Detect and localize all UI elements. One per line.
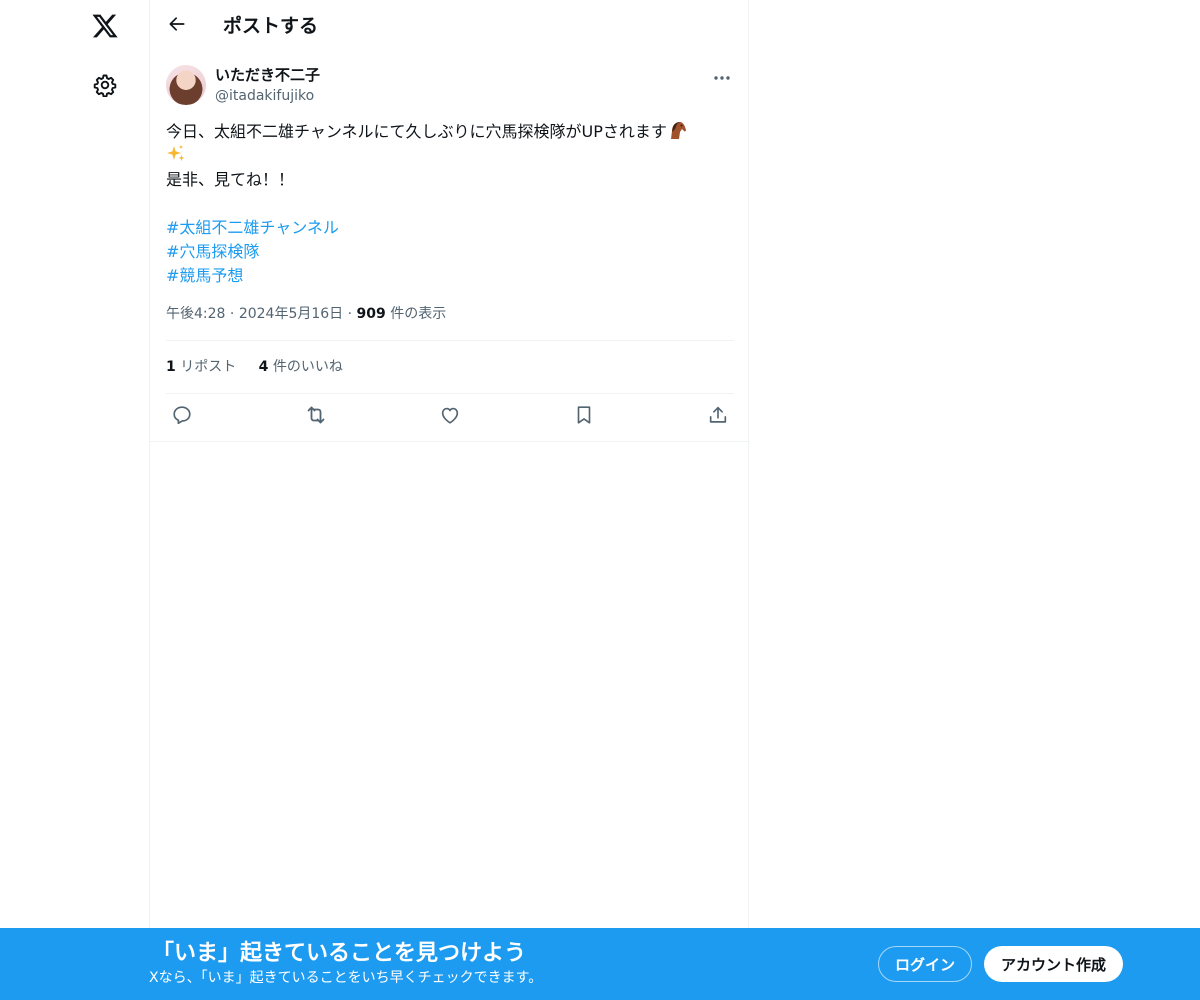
create-account-button[interactable]: アカウント作成 <box>984 946 1123 982</box>
gear-icon <box>93 73 117 101</box>
likes-count: 4 <box>258 359 269 375</box>
like-icon <box>439 404 461 430</box>
reposts-count: 1 <box>166 359 176 375</box>
bookmark-button[interactable] <box>566 399 602 435</box>
reply-button[interactable] <box>164 399 200 435</box>
meta-separator: · <box>347 306 353 322</box>
hashtag-link[interactable]: #競馬予想 <box>166 264 243 288</box>
divider <box>166 340 734 341</box>
more-button[interactable] <box>706 63 738 87</box>
avatar[interactable] <box>166 65 206 105</box>
post-time[interactable]: 午後4:28 <box>166 306 225 322</box>
x-logo-button[interactable] <box>83 6 127 50</box>
author-name[interactable]: いただき不二子 <box>215 65 320 85</box>
like-button[interactable] <box>432 399 468 435</box>
signup-banner: 「いま」起きていることを見つけよう Xなら、「いま」起きていることをいち早くチェ… <box>0 928 1200 1000</box>
repost-icon <box>304 403 328 431</box>
meta-separator: · <box>229 306 235 322</box>
post-actions <box>150 394 750 441</box>
banner-subtitle: Xなら、「いま」起きていることをいち早くチェックできます。 <box>149 970 543 986</box>
hashtag-link[interactable]: #太組不二雄チャンネル <box>166 216 339 240</box>
reply-icon <box>171 404 193 430</box>
post-meta: 午後4:28 · 2024年5月16日 · 909 件の表示 <box>166 304 446 324</box>
left-navigation <box>0 0 150 1000</box>
top-bar: ポストする <box>150 0 750 53</box>
views-label: 件の表示 <box>390 306 447 322</box>
post-text-line <box>166 144 736 168</box>
post-text-line-1: 今日、太組不二雄チャンネルにて久しぶりに穴馬探検隊がUPされます <box>166 122 667 141</box>
page-title: ポストする <box>223 15 319 37</box>
post-text-line: 今日、太組不二雄チャンネルにて久しぶりに穴馬探検隊がUPされます <box>166 120 736 144</box>
hashtag-link[interactable]: #穴馬探検隊 <box>166 240 259 264</box>
likes-label: 件のいいね <box>272 359 343 375</box>
main-column: ポストする いただき不二子 @itadakifujiko 今日、太組不二雄チャン… <box>149 0 750 1000</box>
post-date[interactable]: 2024年5月16日 <box>239 306 343 322</box>
bookmark-icon <box>573 404 595 430</box>
repost-button[interactable] <box>298 399 334 435</box>
banner-title: 「いま」起きていることを見つけよう <box>152 941 527 966</box>
x-logo-icon <box>91 12 119 44</box>
post-text: 今日、太組不二雄チャンネルにて久しぶりに穴馬探検隊がUPされます 是非、見てね！… <box>166 120 736 288</box>
reposts-label: リポスト <box>180 359 237 375</box>
horse-icon <box>667 120 687 140</box>
post-text-line-3: 是非、見てね！！ <box>166 170 295 189</box>
arrow-left-icon <box>167 14 187 38</box>
sparkles-icon <box>166 144 186 164</box>
post-stats: 1 リポスト 4 件のいいね <box>166 357 361 377</box>
post: いただき不二子 @itadakifujiko 今日、太組不二雄チャンネルにて久し… <box>150 53 750 442</box>
settings-button[interactable] <box>83 65 127 109</box>
views-count: 909 <box>356 306 386 322</box>
reposts-stat[interactable]: 1 リポスト <box>166 359 236 375</box>
login-button[interactable]: ログイン <box>878 946 972 982</box>
likes-stat[interactable]: 4 件のいいね <box>259 359 343 375</box>
author-handle[interactable]: @itadakifujiko <box>215 86 314 106</box>
share-button[interactable] <box>700 399 736 435</box>
share-icon <box>707 404 729 430</box>
back-button[interactable] <box>160 9 194 43</box>
more-dots-icon <box>713 66 731 85</box>
